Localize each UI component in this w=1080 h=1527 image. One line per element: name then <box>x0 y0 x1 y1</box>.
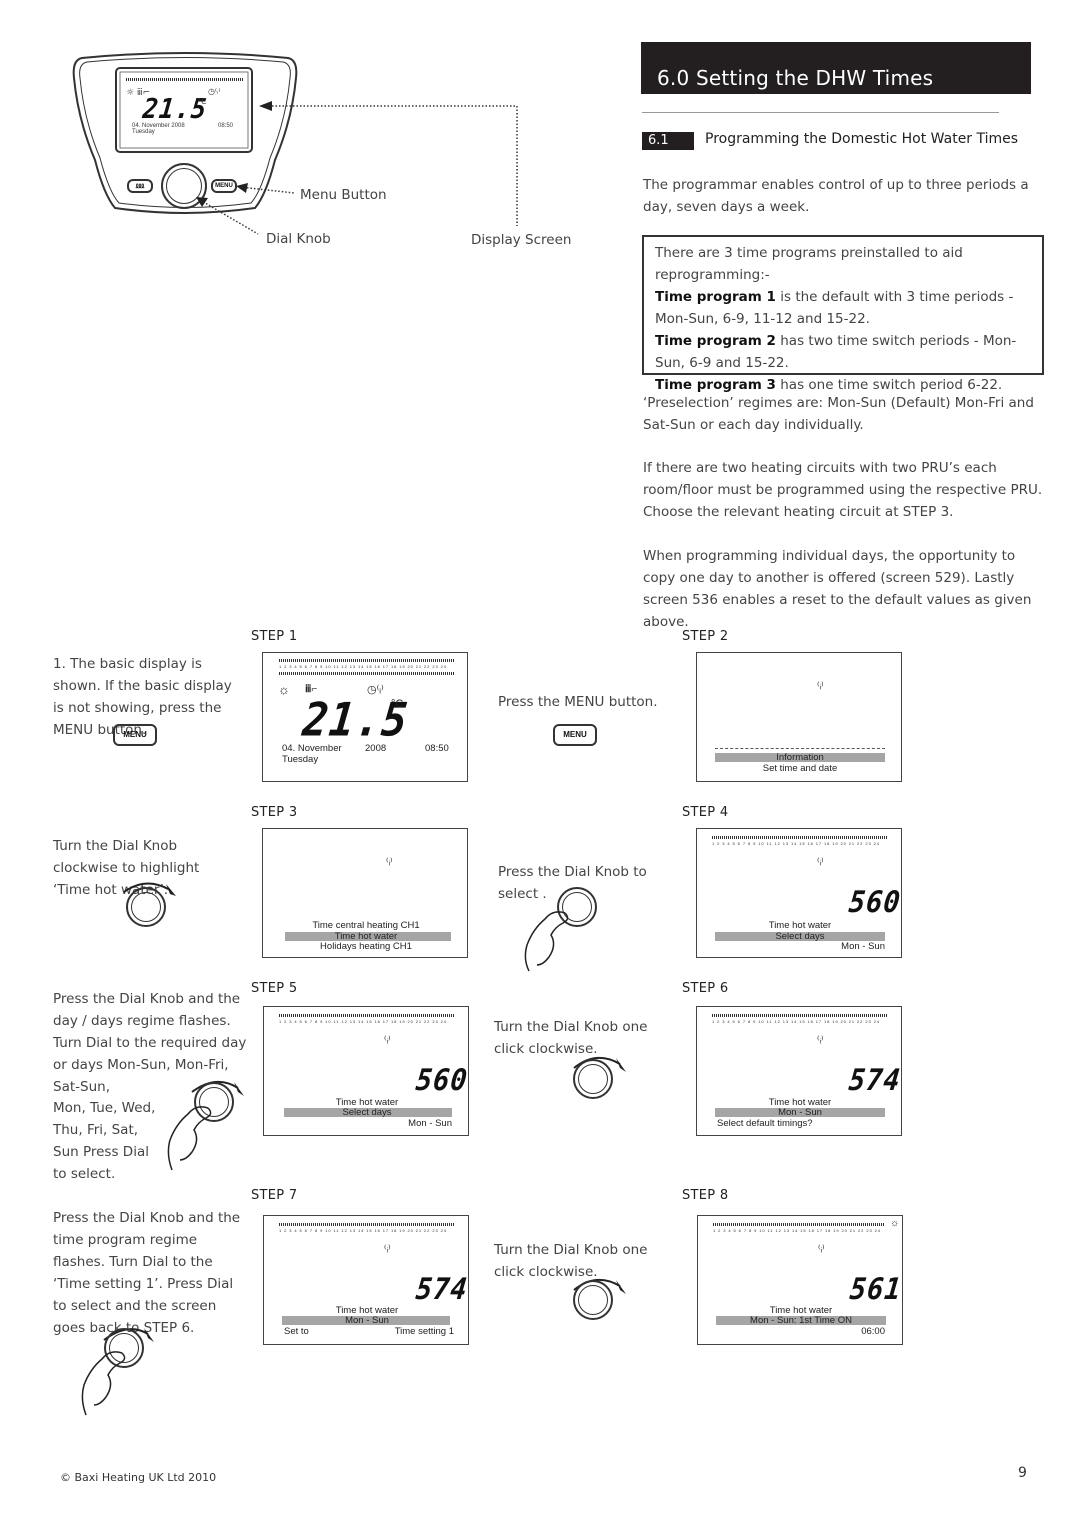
menu-item-selected: Information <box>776 752 824 763</box>
page-title-bar: 6.0 Setting the DHW Times <box>641 42 1031 94</box>
antenna-icon: ⁽ᵢ⁾ <box>384 1035 391 1046</box>
intro-paragraph: The programmar enables control of up to … <box>643 177 1029 215</box>
step-7-screen: 1 2 3 4 5 6 7 8 9 10 11 12 13 14 15 16 1… <box>263 1215 470 1345</box>
antenna-icon: ⁽ᵢ⁾ <box>817 1035 824 1046</box>
sun-icon: ☼ <box>278 682 290 697</box>
dial-knob-icon <box>573 1059 613 1099</box>
step-1-menu-button-icon: MENU <box>113 724 157 746</box>
step-1-label: STEP 1 <box>251 629 298 644</box>
programs-intro: There are 3 time programs preinstalled t… <box>655 245 963 283</box>
time-programs-box: There are 3 time programs preinstalled t… <box>642 235 1044 393</box>
dial-knob-icon <box>573 1280 613 1320</box>
screen-selected: Mon - Sun <box>778 1107 822 1118</box>
step-7-label: STEP 7 <box>251 1188 298 1203</box>
step-2-label: STEP 2 <box>682 629 729 644</box>
page-title: 6.0 Setting the DHW Times <box>657 66 934 90</box>
screen-prompt: Select default timings? <box>717 1118 813 1129</box>
dial-knob-icon <box>126 887 166 927</box>
menu-item: Time central heating CH1 <box>312 920 420 931</box>
screen-day: Tuesday <box>282 754 319 765</box>
menu-item: Holidays heating CH1 <box>320 941 412 952</box>
step-8-screen: 1 2 3 4 5 6 7 8 9 10 11 12 13 14 15 16 1… <box>697 1215 904 1345</box>
step-5-label: STEP 5 <box>251 981 298 996</box>
screen-time-value: 06:00 <box>861 1326 885 1337</box>
hand-pressing-icon <box>167 1106 212 1171</box>
step-6-label: STEP 6 <box>682 981 729 996</box>
screen-value: Mon - Sun <box>841 941 885 952</box>
step-2-menu-button-icon: MENU <box>553 724 597 746</box>
separator <box>715 748 885 749</box>
paragraph-individual-days: When programming individual days, the op… <box>643 548 1032 630</box>
screen-date: 04. November <box>282 743 342 754</box>
temp-unit: °C <box>391 698 404 710</box>
step-1-screen: 1 2 3 4 5 6 7 8 9 10 11 12 13 14 15 16 1… <box>262 652 468 782</box>
schedule-timeline: 1 2 3 4 5 6 7 8 9 10 11 12 13 14 15 16 1… <box>713 1223 885 1235</box>
section-number: 6.1 <box>642 132 694 150</box>
schedule-timeline: 1 2 3 4 5 6 7 8 9 10 11 12 13 14 15 16 1… <box>279 1014 454 1026</box>
step-2-screen: ⁽ᵢ⁾ Information Set time and date <box>696 652 902 782</box>
screen-time: 08:50 <box>425 743 449 754</box>
paragraph-heating-circuits: If there are two heating circuits with t… <box>643 460 1043 520</box>
callout-lines <box>196 101 518 235</box>
antenna-icon: ⁽ᵢ⁾ <box>386 857 393 868</box>
step-5-screen: 1 2 3 4 5 6 7 8 9 10 11 12 13 14 15 16 1… <box>263 1006 470 1136</box>
program-label: Time program 2 <box>655 333 776 349</box>
section-title: Programming the Domestic Hot Water Times <box>705 131 1019 147</box>
screen-code: 560 <box>847 885 903 920</box>
antenna-icon: ⁽ᵢ⁾ <box>817 857 824 868</box>
screen-title: Time hot water <box>768 920 832 931</box>
screen-value-flashing: Mon - Sun <box>408 1118 452 1129</box>
schedule-timeline: 1 2 3 4 5 6 7 8 9 10 11 12 13 14 15 16 1… <box>712 836 887 848</box>
step-4-label: STEP 4 <box>682 805 729 820</box>
schedule-timeline: 1 2 3 4 5 6 7 8 9 10 11 12 13 14 15 16 1… <box>279 659 454 671</box>
antenna-icon: ⁽ᵢ⁾ <box>818 1244 825 1255</box>
menu-button-label: Menu Button <box>300 187 387 203</box>
screen-year: 2008 <box>365 743 387 754</box>
sun-icon: ☼ <box>890 1218 900 1229</box>
screen-set-to: Set to <box>284 1326 309 1337</box>
screen-value-flashing: Time setting 1 <box>394 1326 454 1337</box>
screen-code: 561 <box>848 1272 904 1307</box>
hand-pressing-icon <box>524 911 569 972</box>
screen-selected: Mon - Sun: 1st Time ON <box>750 1315 852 1326</box>
program-item: Time program 1 is the default with 3 tim… <box>655 289 1014 327</box>
paragraph-preselection: ‘Preselection’ regimes are: Mon-Sun (Def… <box>643 395 1034 433</box>
step-3-screen: ⁽ᵢ⁾ Time central heating CH1 Time hot wa… <box>262 828 468 958</box>
step-4-screen: 1 2 3 4 5 6 7 8 9 10 11 12 13 14 15 16 1… <box>696 828 903 958</box>
step-5-instruction-days: Mon, Tue, Wed, Thu, Fri, Sat, Sun Press … <box>53 1100 156 1182</box>
antenna-icon: ⁽ᵢ⁾ <box>817 681 824 692</box>
step-6-screen: 1 2 3 4 5 6 7 8 9 10 11 12 13 14 15 16 1… <box>696 1006 903 1136</box>
antenna-icon: ⁽ᵢ⁾ <box>384 1244 391 1255</box>
screen-selected: Select days <box>342 1107 392 1118</box>
step-2-instruction: Press the MENU button. <box>498 694 658 710</box>
schedule-timeline: 1 2 3 4 5 6 7 8 9 10 11 12 13 14 15 16 1… <box>712 1014 887 1026</box>
screen-selected: Mon - Sun <box>345 1315 389 1326</box>
display-screen-label: Display Screen <box>471 232 572 248</box>
schedule-timeline: 1 2 3 4 5 6 7 8 9 10 11 12 13 14 15 16 1… <box>279 1223 454 1235</box>
program-item: Time program 2 has two time switch perio… <box>655 333 1017 371</box>
screen-code: 560 <box>414 1063 470 1098</box>
menu-item: Set time and date <box>762 763 838 774</box>
step-3-label: STEP 3 <box>251 805 298 820</box>
program-label: Time program 3 <box>655 377 776 393</box>
dial-knob-label: Dial Knob <box>266 231 331 247</box>
hand-pressing-icon <box>81 1351 126 1416</box>
screen-code: 574 <box>847 1063 903 1098</box>
step-8-label: STEP 8 <box>682 1188 729 1203</box>
footer-copyright: © Baxi Heating UK Ltd 2010 <box>60 1471 217 1484</box>
page-number: 9 <box>1018 1465 1027 1481</box>
screen-code: 574 <box>414 1272 470 1307</box>
divider <box>642 112 999 113</box>
program-label: Time program 1 <box>655 289 776 305</box>
